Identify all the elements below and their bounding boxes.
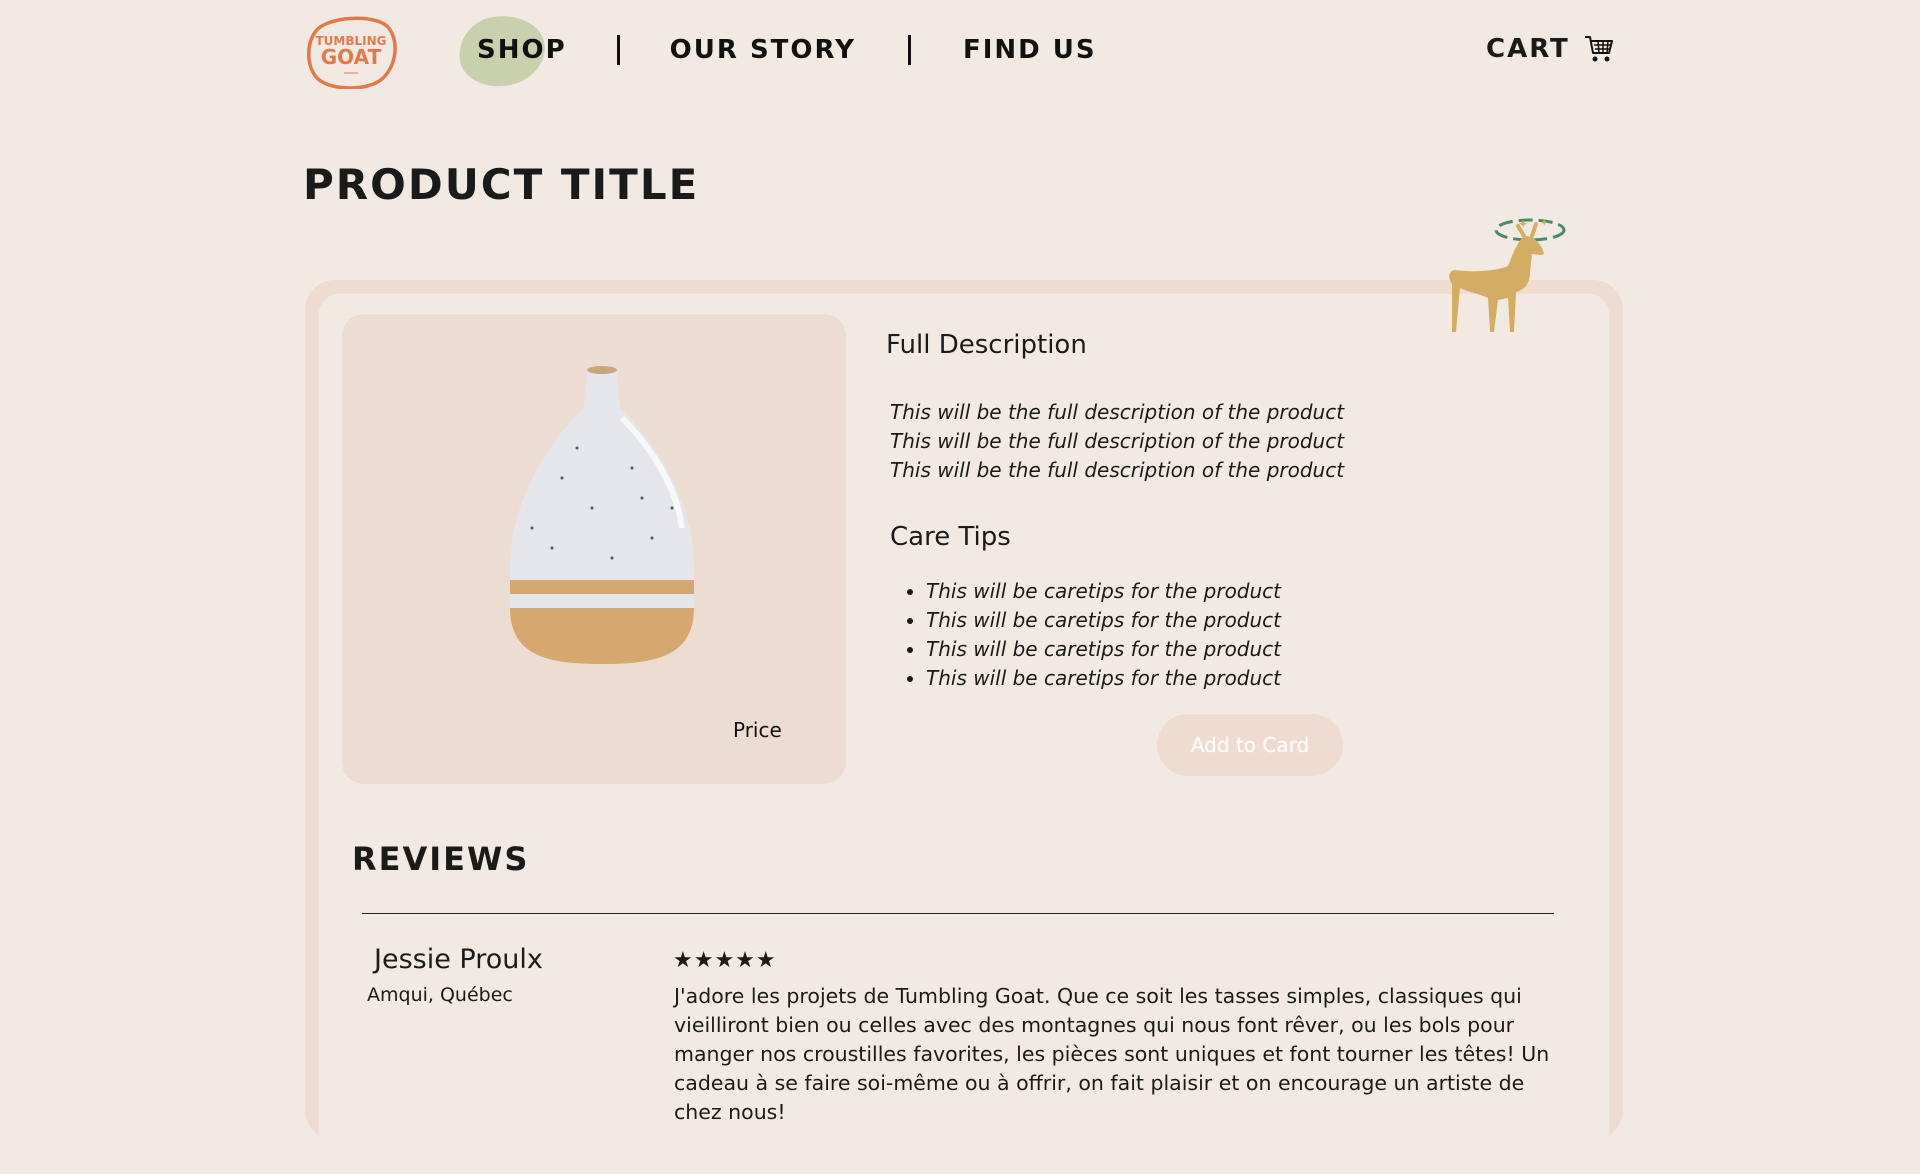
svg-text:✦: ✦ — [1540, 218, 1548, 229]
nav-find-us[interactable]: FIND US — [941, 14, 1119, 86]
star-rating: ★★★★★ — [673, 948, 777, 973]
reviews-divider — [362, 913, 1554, 914]
product-image-panel: Price — [342, 314, 846, 784]
care-tip-item: This will be caretips for the product — [926, 635, 1281, 664]
add-to-cart-button[interactable]: Add to Card — [1157, 714, 1343, 776]
reviews-heading: REVIEWS — [352, 840, 530, 878]
nav-shop[interactable]: SHOP — [454, 10, 589, 92]
care-tip-item: This will be caretips for the product — [926, 606, 1281, 635]
description-line: This will be the full description of the… — [890, 429, 1345, 453]
care-tip-item: This will be caretips for the product — [926, 577, 1281, 606]
tumbling-goat-logo[interactable]: TUMBLING GOAT — [304, 15, 398, 89]
nav-divider — [907, 35, 911, 65]
nav-divider — [616, 35, 620, 65]
description-text: This will be the full description of the… — [890, 398, 1344, 485]
cart-label: CART — [1486, 34, 1570, 64]
goat-mascot-icon: ✦ ✦ — [1449, 217, 1566, 332]
care-tips-list: This will be caretips for the product Th… — [890, 577, 1281, 693]
review-text: J'adore les projets de Tumbling Goat. Qu… — [674, 984, 1550, 1124]
care-tips-heading: Care Tips — [890, 522, 1011, 552]
nav-shop-label: SHOP — [477, 35, 567, 65]
shopping-cart-icon — [1584, 36, 1613, 62]
description-line: This will be the full description of the… — [890, 458, 1345, 482]
description-heading: Full Description — [886, 330, 1087, 360]
vase-image — [510, 366, 694, 664]
nav-our-story[interactable]: OUR STORY — [648, 14, 878, 86]
care-tip-item: This will be caretips for the product — [926, 664, 1281, 693]
site-header: TUMBLING GOAT SHOP OUR STORY FIND US CAR… — [0, 0, 1920, 110]
reviewer-location: Amqui, Québec — [367, 984, 513, 1006]
logo-text-bottom: GOAT — [321, 45, 382, 69]
cart-link[interactable]: CART — [1486, 34, 1614, 64]
reviewer-name: Jessie Proulx — [374, 944, 543, 975]
description-line: This will be the full description of the… — [890, 400, 1345, 424]
page-title: PRODUCT TITLE — [303, 160, 700, 209]
main-nav: SHOP OUR STORY FIND US — [454, 10, 1119, 92]
product-price: Price — [733, 718, 782, 742]
